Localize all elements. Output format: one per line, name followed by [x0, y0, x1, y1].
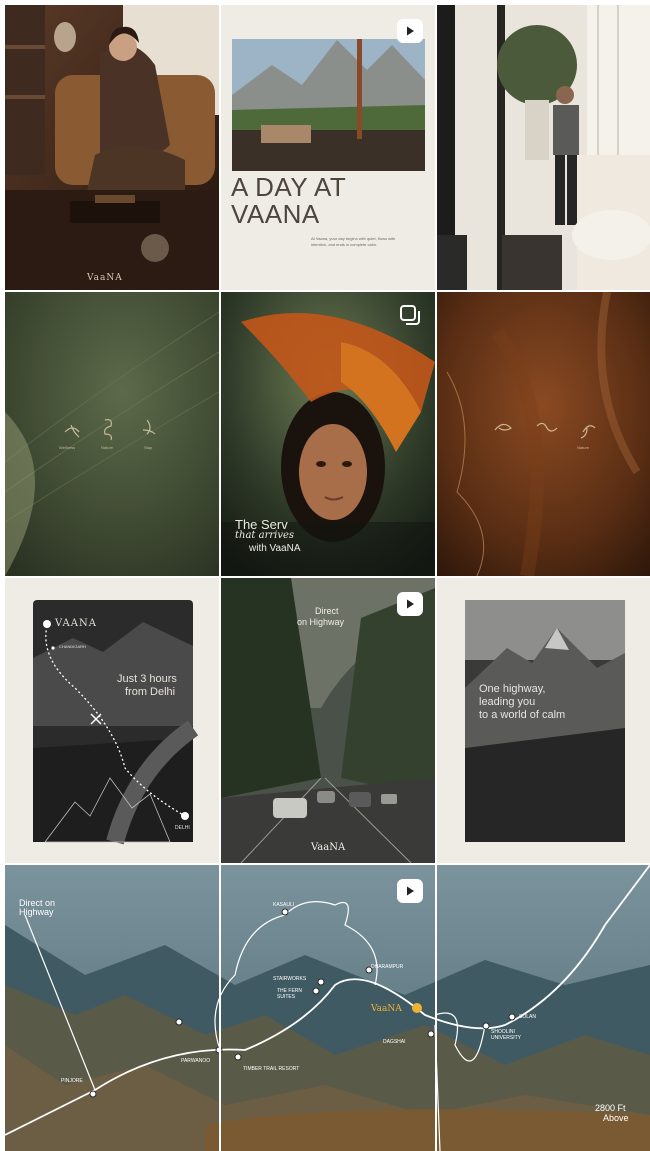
map-label-vaana: VaaNA: [371, 1004, 402, 1014]
leaf-photo: [5, 292, 219, 576]
route-headline-line1: Just 3 hours: [117, 673, 177, 685]
icon-label-1: Wellness: [59, 445, 76, 450]
map-label-solan: SOLAN: [519, 1014, 536, 1020]
map-label-dagshai: DAGSHAI: [383, 1039, 406, 1045]
video-badge: [397, 592, 423, 616]
post-brown-texture[interactable]: Nature: [437, 292, 650, 576]
headline-line2: leading you: [479, 696, 536, 708]
post-title-line2: VAANA: [231, 199, 320, 229]
texture-photo: [437, 292, 650, 576]
elevation-line1: 2800 Ft: [595, 1103, 626, 1113]
map-label-timber-trail: TIMBER TRAIL RESORT: [243, 1066, 300, 1072]
highway-title-line1: Direct: [315, 606, 339, 616]
post-map-panorama[interactable]: Direct on Highway KASAULI DHARAMPUR STAI…: [5, 865, 650, 1151]
route-brand: VAANA: [55, 618, 97, 629]
map-label-pinjore: PINJORE: [61, 1078, 83, 1084]
multiple-images-icon: [400, 305, 420, 325]
headline-line1: One highway,: [479, 683, 546, 695]
brand-logo: VaaNA: [311, 842, 346, 853]
elevation-line2: Above: [603, 1113, 629, 1123]
map-label-stairworks: STAIRWORKS: [273, 976, 307, 982]
route-headline-line2: from Delhi: [125, 686, 176, 698]
map-label-shoolini: SHOOLINI UNIVERSITY: [491, 1029, 522, 1041]
route-stop: CHANDIGARH: [59, 644, 86, 649]
profile-post-grid: VaaNA A DAY AT VAANA At Vaana, your day …: [0, 0, 650, 1151]
map-title-line2: Highway: [19, 907, 54, 917]
play-icon: [407, 26, 414, 36]
icon-label-2: Nature: [101, 445, 114, 450]
post-highway[interactable]: Direct on Highway VaaNA: [221, 578, 435, 863]
interior-photo: [5, 5, 219, 290]
map-label-parwanoo: PARWANOO: [181, 1058, 211, 1064]
route-destination: DELHI: [175, 825, 190, 831]
video-badge: [397, 19, 423, 43]
video-badge: [397, 879, 423, 903]
route-card: [5, 578, 219, 863]
post-woman-bird[interactable]: The Serv that arrives with VaaNA: [221, 292, 435, 576]
play-icon: [407, 599, 414, 609]
post-woman-reading[interactable]: VaaNA: [5, 5, 219, 290]
map-label-fern-suites: THE FERN SUITES: [277, 988, 302, 1000]
highway-title-line2: on Highway: [297, 617, 345, 627]
tagline-line3: with VaaNA: [249, 543, 301, 554]
interior-photo: [437, 5, 650, 290]
carousel-badge: [399, 304, 421, 326]
post-route-delhi[interactable]: VAANA CHANDIGARH Just 3 hours from Delhi…: [5, 578, 219, 863]
post-green-leaf[interactable]: Wellness Nature Stay: [5, 292, 219, 576]
post-man-coffee[interactable]: [437, 5, 650, 290]
post-title-line1: A DAY AT: [231, 172, 347, 202]
map-label-kasauli: KASAULI: [273, 902, 295, 908]
map-label-dharampur: DHARAMPUR: [371, 964, 404, 970]
icon-label-3: Stay: [144, 445, 153, 450]
post-one-highway[interactable]: One highway, leading you to a world of c…: [437, 578, 650, 863]
icon-label-3: Nature: [577, 445, 590, 450]
play-icon: [407, 886, 414, 896]
headline-line3: to a world of calm: [479, 709, 566, 721]
tagline-line2: that arrives: [235, 530, 295, 541]
post-body: At Vaana, your day begins with quiet, fl…: [311, 236, 396, 247]
mountain-map: [5, 865, 650, 1151]
post-a-day-at-vaana[interactable]: A DAY AT VAANA At Vaana, your day begins…: [221, 5, 435, 290]
brand-logo: VaaNA: [87, 273, 123, 283]
